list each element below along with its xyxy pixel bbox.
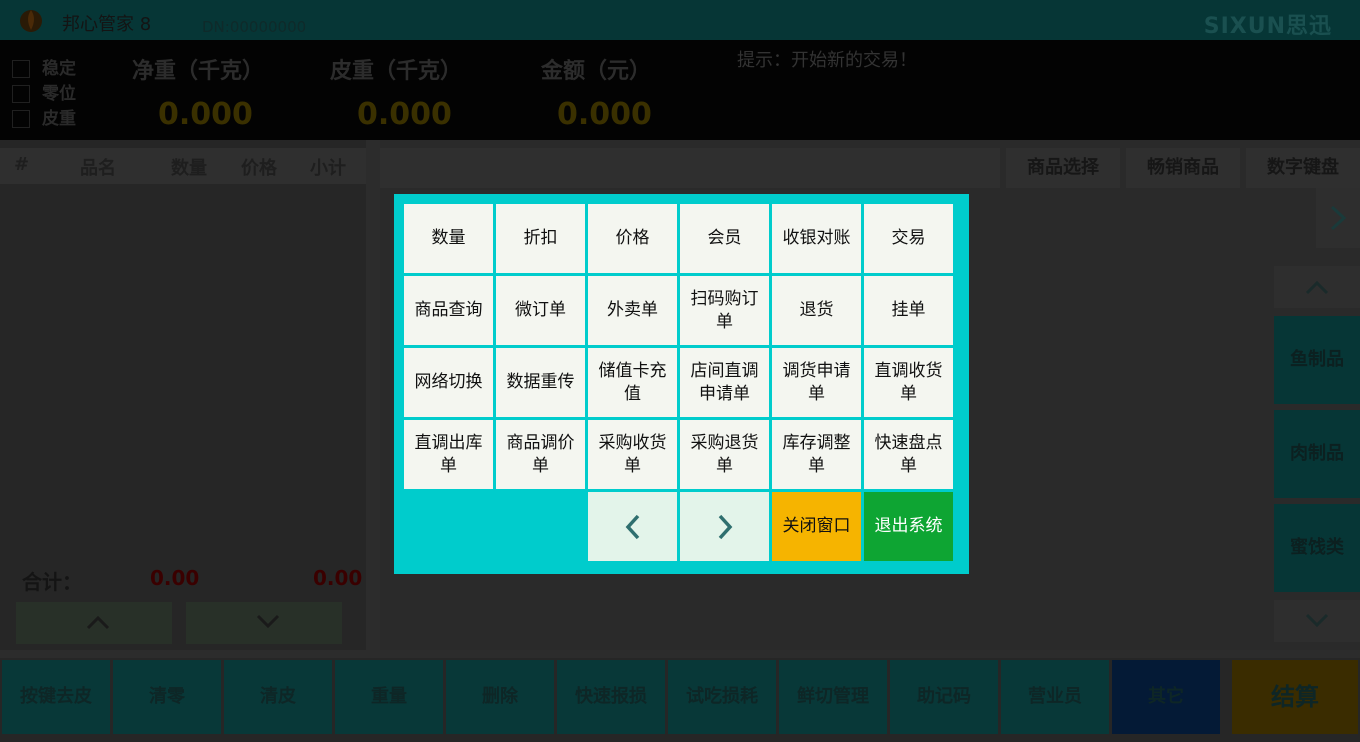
chevron-right-icon xyxy=(1330,205,1346,231)
column-name: 品名 xyxy=(80,158,116,179)
menu-reconcile-button[interactable]: 收银对账 xyxy=(772,204,861,273)
menu-return-button[interactable]: 退货 xyxy=(772,276,861,345)
weight-button[interactable]: 重量 xyxy=(335,660,443,734)
app-logo-icon xyxy=(20,10,42,32)
menu-direct-receive-button[interactable]: 直调收货单 xyxy=(864,348,953,417)
function-bar: 按键去皮 清零 清皮 重量 删除 快速报损 试吃损耗 鲜切管理 助记码 营业员 … xyxy=(0,658,1360,742)
clear-tare-button[interactable]: 清皮 xyxy=(224,660,332,734)
menu-member-button[interactable]: 会员 xyxy=(680,204,769,273)
status-stable: 稳定 xyxy=(12,54,76,79)
total-quantity: 0.00 xyxy=(150,566,200,590)
next-page-button[interactable] xyxy=(1316,188,1360,248)
menu-hold-order-button[interactable]: 挂单 xyxy=(864,276,953,345)
total-amount: 0.00 xyxy=(313,566,363,590)
menu-quantity-button[interactable]: 数量 xyxy=(404,204,493,273)
menu-transfer-request-button[interactable]: 调货申请单 xyxy=(772,348,861,417)
column-quantity: 数量 xyxy=(171,158,207,179)
tab-product-select[interactable]: 商品选择 xyxy=(1006,148,1120,188)
menu-prev-page-button[interactable] xyxy=(588,492,677,561)
menu-purchase-return-button[interactable]: 采购退货单 xyxy=(680,420,769,489)
amount-value: 0.000 xyxy=(557,97,652,132)
chevron-right-icon xyxy=(718,514,732,539)
tab-best-sellers[interactable]: 畅销商品 xyxy=(1126,148,1240,188)
title-bar: 邦心管家 8 DN:00000000 SIXUN思迅 xyxy=(0,0,1360,40)
cart-header: # 品名 数量 价格 小计 xyxy=(0,148,366,184)
category-up-button[interactable] xyxy=(1274,266,1360,308)
amount-label: 金额（元） xyxy=(541,59,652,84)
checkout-button[interactable]: 结算 xyxy=(1232,660,1358,734)
menu-discount-button[interactable]: 折扣 xyxy=(496,204,585,273)
other-button[interactable]: 其它 xyxy=(1112,660,1220,734)
menu-price-adjust-button[interactable]: 商品调价单 xyxy=(496,420,585,489)
status-zero: 零位 xyxy=(12,79,76,104)
status-indicator xyxy=(12,110,30,128)
category-candied[interactable]: 蜜饯类 xyxy=(1274,504,1360,592)
menu-network-switch-button[interactable]: 网络切换 xyxy=(404,348,493,417)
cart-panel: # 品名 数量 价格 小计 合计： 0.00 0.00 xyxy=(0,140,366,650)
tab-numeric-keypad[interactable]: 数字键盘 xyxy=(1246,148,1360,188)
total-label: 合计： xyxy=(22,570,82,594)
menu-micro-order-button[interactable]: 微订单 xyxy=(496,276,585,345)
net-weight-value: 0.000 xyxy=(158,97,253,132)
function-menu-dialog: 数量 折扣 价格 会员 收银对账 交易 商品查询 微订单 外卖单 扫码购订单 退… xyxy=(394,194,969,574)
tare-label: 皮重（千克） xyxy=(330,59,463,84)
chevron-up-icon xyxy=(1305,280,1329,295)
salesperson-button[interactable]: 营业员 xyxy=(1001,660,1109,734)
menu-data-resend-button[interactable]: 数据重传 xyxy=(496,348,585,417)
quick-loss-button[interactable]: 快速报损 xyxy=(557,660,665,734)
app-title: 邦心管家 8 xyxy=(62,14,152,35)
delete-button[interactable]: 删除 xyxy=(446,660,554,734)
status-indicator xyxy=(12,85,30,103)
menu-scan-order-button[interactable]: 扫码购订单 xyxy=(680,276,769,345)
cart-page-down-button[interactable] xyxy=(186,602,342,644)
category-down-button[interactable] xyxy=(1274,600,1360,642)
menu-direct-outbound-button[interactable]: 直调出库单 xyxy=(404,420,493,489)
close-window-button[interactable]: 关闭窗口 xyxy=(772,492,861,561)
menu-purchase-receive-button[interactable]: 采购收货单 xyxy=(588,420,677,489)
chevron-down-icon xyxy=(1305,613,1329,628)
product-area-header xyxy=(380,148,1000,188)
hint-text: 提示：开始新的交易！ xyxy=(737,50,917,71)
status-tare: 皮重 xyxy=(12,104,76,129)
menu-card-recharge-button[interactable]: 储值卡充值 xyxy=(588,348,677,417)
column-subtotal: 小计 xyxy=(310,158,346,179)
menu-transaction-button[interactable]: 交易 xyxy=(864,204,953,273)
tasting-loss-button[interactable]: 试吃损耗 xyxy=(668,660,776,734)
mnemonic-button[interactable]: 助记码 xyxy=(890,660,998,734)
tare-key-button[interactable]: 按键去皮 xyxy=(2,660,110,734)
category-fish[interactable]: 鱼制品 xyxy=(1274,316,1360,404)
column-price: 价格 xyxy=(241,158,277,179)
category-meat[interactable]: 肉制品 xyxy=(1274,410,1360,498)
fresh-cut-button[interactable]: 鲜切管理 xyxy=(779,660,887,734)
column-index: # xyxy=(14,154,30,175)
exit-system-button[interactable]: 退出系统 xyxy=(864,492,953,561)
menu-store-transfer-request-button[interactable]: 店间直调申请单 xyxy=(680,348,769,417)
net-weight-label: 净重（千克） xyxy=(132,59,265,84)
menu-next-page-button[interactable] xyxy=(680,492,769,561)
menu-inventory-adjust-button[interactable]: 库存调整单 xyxy=(772,420,861,489)
menu-quick-stocktake-button[interactable]: 快速盘点单 xyxy=(864,420,953,489)
brand-logo: SIXUN思迅 xyxy=(1203,14,1332,39)
status-indicator xyxy=(12,60,30,78)
zero-button[interactable]: 清零 xyxy=(113,660,221,734)
menu-takeout-order-button[interactable]: 外卖单 xyxy=(588,276,677,345)
device-number: DN:00000000 xyxy=(202,18,307,36)
scale-display: 稳定 零位 皮重 净重（千克） 0.000 皮重（千克） 0.000 金额（元）… xyxy=(0,40,1360,140)
menu-price-button[interactable]: 价格 xyxy=(588,204,677,273)
tare-value: 0.000 xyxy=(357,97,452,132)
cart-page-up-button[interactable] xyxy=(16,602,172,644)
chevron-up-icon xyxy=(86,615,110,630)
chevron-down-icon xyxy=(256,614,280,629)
chevron-left-icon xyxy=(625,514,639,539)
menu-product-query-button[interactable]: 商品查询 xyxy=(404,276,493,345)
